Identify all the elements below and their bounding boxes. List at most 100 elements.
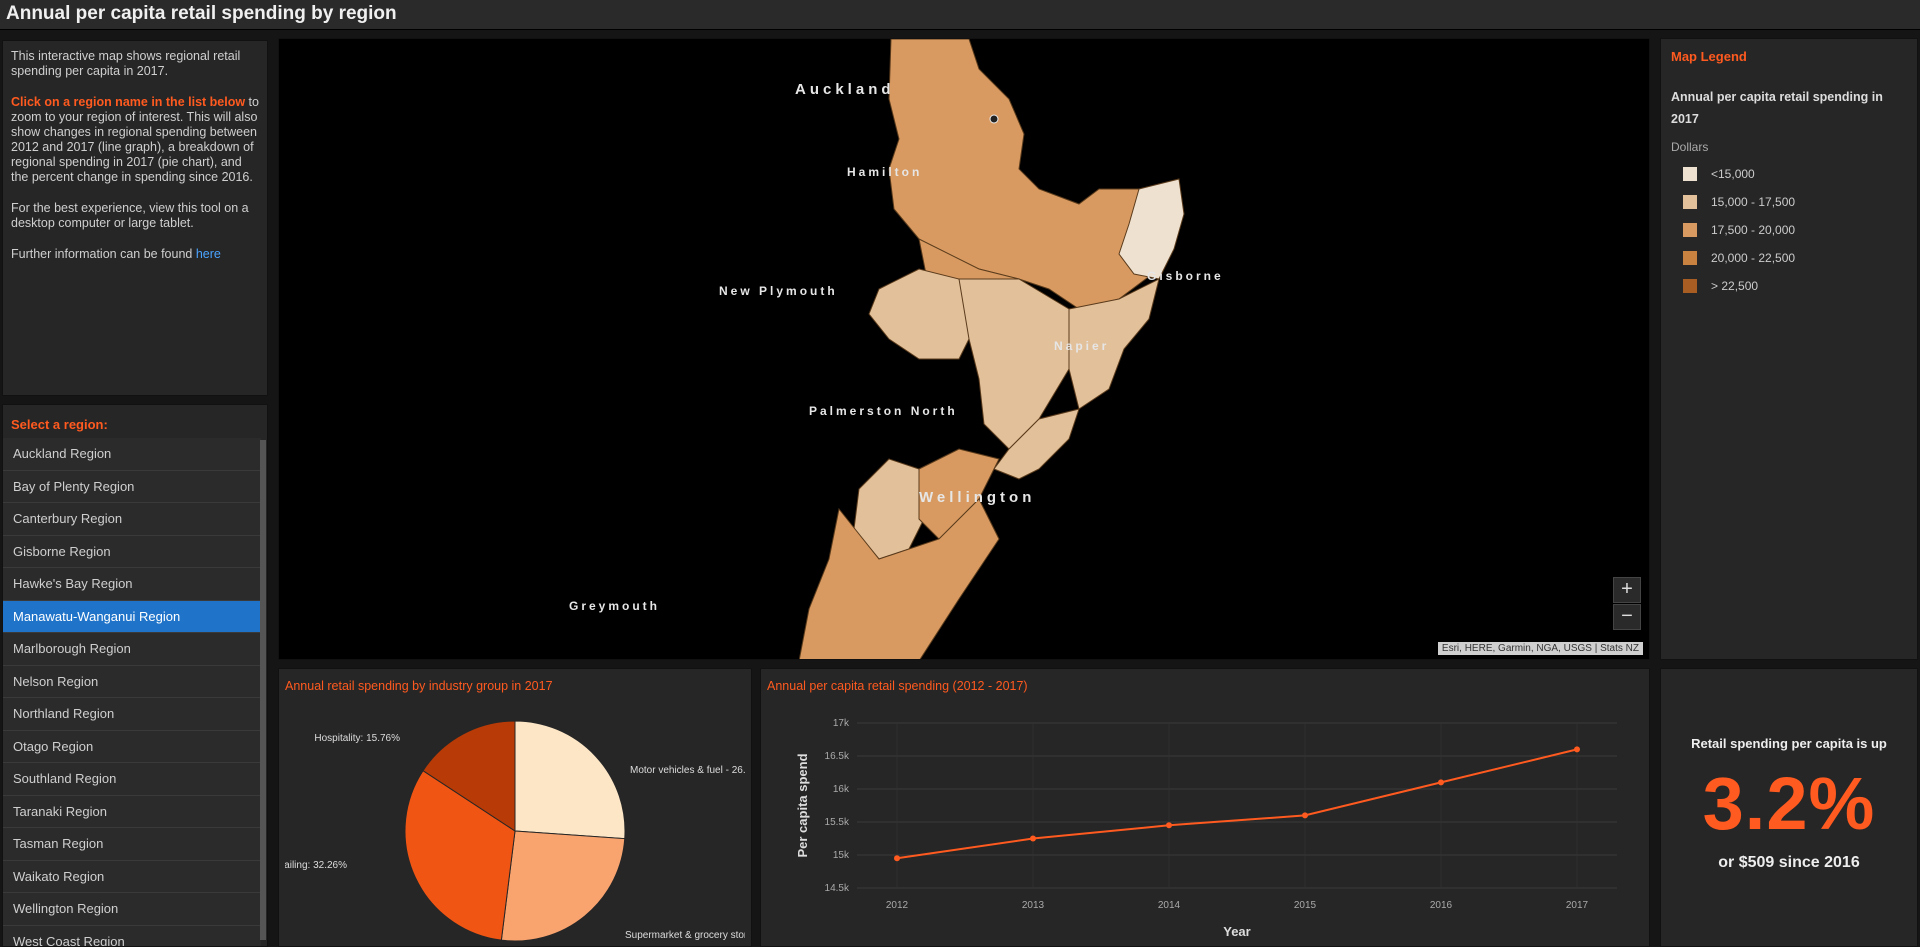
zoom-in-button[interactable]: +	[1613, 577, 1641, 603]
y-tick-label: 14.5k	[825, 883, 850, 894]
intro-text-4-lead: Further information can be found	[11, 247, 196, 261]
x-tick-label: 2015	[1294, 900, 1317, 911]
region-item[interactable]: Hawke's Bay Region	[3, 568, 261, 601]
data-point[interactable]	[1438, 779, 1444, 786]
region-item[interactable]: Gisborne Region	[3, 535, 261, 568]
y-tick-label: 15k	[833, 850, 850, 861]
y-tick-label: 17k	[833, 718, 850, 729]
map-attribution: Esri, HERE, Garmin, NGA, USGS | Stats NZ	[1437, 642, 1643, 655]
pie-chart-panel: Annual retail spending by industry group…	[169, 668, 765, 947]
stat-value: 3.2%	[1702, 762, 1876, 845]
x-tick-label: 2013	[1022, 900, 1045, 911]
legend-label: <15,000	[1711, 167, 1755, 181]
legend-heading: Map Legend	[1671, 49, 1747, 64]
pie-slice[interactable]	[514, 720, 626, 840]
legend-label: 17,500 - 20,000	[1711, 223, 1796, 237]
pie-chart-title: Annual retail spending by industry group…	[285, 679, 553, 693]
region-item[interactable]: Marlborough Region	[3, 633, 261, 666]
map-view[interactable]: Auckland Hamilton Gisborne New Plymouth …	[278, 38, 1650, 660]
auckland-marker	[989, 114, 999, 124]
region-item[interactable]: Waikato Region	[3, 860, 261, 893]
region-list-panel: Select a region: Auckland Region Bay of P…	[2, 404, 268, 947]
region-item[interactable]: Canterbury Region	[3, 503, 261, 536]
region-list-heading: Select a region:	[11, 417, 108, 432]
stat-subcaption: or $509 since 2016	[1718, 854, 1860, 871]
y-tick-label: 16.5k	[825, 751, 850, 762]
data-point[interactable]	[1166, 822, 1172, 829]
x-tick-label: 2016	[1430, 900, 1453, 911]
map-label-wellington: Wellington	[919, 489, 1036, 506]
page-title: Annual per capita retail spending by reg…	[6, 3, 397, 24]
legend-item: 15,000 - 17,500	[1671, 188, 1907, 216]
line-chart: 14.5k 15k 15.5k 16k 16.5k 17k 2012 2013 2014 2015…	[795, 718, 1617, 939]
map-label-hamilton: Hamilton	[847, 165, 923, 179]
legend-item: 20,000 - 22,500	[1671, 244, 1907, 272]
region-list-scrollbar[interactable]	[260, 440, 266, 940]
pie-chart: Motor vehicles & fuel - 26.11% Supermarke…	[169, 720, 765, 942]
data-point[interactable]	[1030, 835, 1036, 842]
region-item[interactable]: West Coast Region	[3, 925, 261, 946]
line-chart-panel: Annual per capita retail spending (2012 …	[760, 668, 1650, 947]
legend-panel: Map Legend Annual per capita retail spen…	[1660, 38, 1918, 660]
region-item[interactable]: Wellington Region	[3, 893, 261, 926]
y-tick-label: 16k	[833, 784, 850, 795]
data-point[interactable]	[1574, 746, 1580, 753]
intro-highlight: Click on a region name in the list below	[11, 95, 246, 109]
region-item[interactable]: Tasman Region	[3, 828, 261, 861]
legend-swatch	[1683, 167, 1697, 181]
line-chart-title: Annual per capita retail spending (2012 …	[767, 679, 1028, 693]
legend-label: > 22,500	[1711, 279, 1759, 293]
region-item[interactable]: Nelson Region	[3, 665, 261, 698]
intro-text-1: This interactive map shows regional reta…	[11, 49, 241, 78]
intro-text-2: Click on a region name in the list below…	[11, 95, 259, 185]
legend-swatch	[1683, 279, 1697, 293]
info-link[interactable]: here	[196, 247, 221, 261]
region-item[interactable]: Auckland Region	[3, 438, 261, 471]
x-tick-label: 2014	[1158, 900, 1181, 911]
nz-map	[798, 39, 1185, 659]
x-tick-label: 2017	[1566, 900, 1589, 911]
region-list: Auckland Region Bay of Plenty Region Cante…	[3, 438, 261, 946]
legend-swatch	[1683, 223, 1697, 237]
pie-slice-label: Motor vehicles & fuel - 26.11%	[630, 765, 745, 776]
legend-item: <15,000	[1671, 160, 1907, 188]
intro-text-4: Further information can be found here	[11, 247, 259, 262]
series-line	[896, 748, 1578, 860]
x-axis-label: Year	[1223, 924, 1250, 939]
legend-label: 15,000 - 17,500	[1711, 195, 1796, 209]
pie-slice[interactable]	[500, 830, 626, 942]
legend-label: 20,000 - 22,500	[1711, 251, 1796, 265]
legend-unit: Dollars	[1671, 140, 1709, 154]
x-tick-label: 2012	[886, 900, 909, 911]
region-item[interactable]: Northland Region	[3, 698, 261, 731]
map-label-auckland: Auckland	[795, 81, 895, 98]
legend-item: 17,500 - 20,000	[1671, 216, 1907, 244]
zoom-out-button[interactable]: −	[1613, 604, 1641, 630]
pie-slice-label: Hospitality: 15.76%	[314, 733, 400, 744]
map-label-napier: Napier	[1054, 339, 1110, 353]
pie-slice-label: Other store & nonstore retailing: 32.26%	[285, 860, 347, 871]
data-point[interactable]	[1302, 812, 1308, 819]
region-item[interactable]: Southland Region	[3, 763, 261, 796]
pie-slice-label: Supermarket & grocery stores	[625, 930, 745, 941]
app: Annual per capita retail spending by reg…	[0, 0, 1920, 947]
data-point[interactable]	[894, 855, 900, 862]
legend-subtitle: Annual per capita retail spending in 201…	[1671, 90, 1883, 126]
y-axis-label: Per capita spend	[795, 753, 810, 857]
map-label-greymouth: Greymouth	[569, 599, 661, 613]
stat-panel: Retail spending per capita is up 3.2% or…	[1660, 668, 1918, 947]
region-item[interactable]: Bay of Plenty Region	[3, 470, 261, 503]
title-bar: Annual per capita retail spending by reg…	[0, 0, 1920, 30]
region-item[interactable]: Taranaki Region	[3, 795, 261, 828]
legend-swatch	[1683, 251, 1697, 265]
region-item[interactable]: Otago Region	[3, 730, 261, 763]
y-tick-label: 15.5k	[825, 817, 850, 828]
map-label-gisborne: Gisborne	[1147, 269, 1224, 283]
intro-text-3: For the best experience, view this tool …	[11, 201, 249, 230]
intro-panel: This interactive map shows regional reta…	[2, 40, 268, 396]
map-label-new-plymouth: New Plymouth	[719, 284, 838, 298]
map-label-palmerston-north: Palmerston North	[809, 404, 958, 418]
region-item[interactable]: Manawatu-Wanganui Region	[3, 600, 261, 633]
legend-swatch	[1683, 195, 1697, 209]
legend-item: > 22,500	[1671, 272, 1907, 300]
